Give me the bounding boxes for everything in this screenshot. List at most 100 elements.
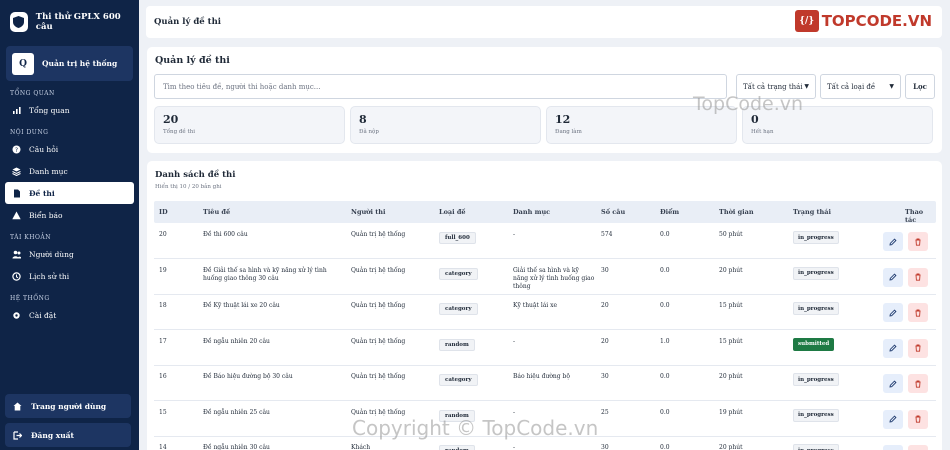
search-input[interactable]: Tìm theo tiêu đề, người thi hoặc danh mụ… (154, 74, 727, 99)
table-row: 16 Đề Báo hiệu đường bộ 30 câu Quản trị hệ… (154, 365, 936, 401)
gear-icon (12, 311, 21, 320)
warning-icon (12, 211, 21, 220)
sidebar-item-history[interactable]: Lịch sử thi (5, 265, 134, 287)
cell-user: Quản trị hệ thống (351, 408, 406, 416)
edit-button[interactable] (883, 409, 903, 429)
col-id: ID (159, 208, 168, 216)
sidebar-item-categories[interactable]: Danh mục (5, 160, 134, 182)
cell-count: 20 (601, 302, 609, 309)
status-badge: in_progress (793, 231, 839, 244)
status-select[interactable]: Tất cả trạng thái ▼ (736, 74, 816, 99)
cell-title: Đề Báo hiệu đường bộ 30 câu (203, 373, 293, 380)
delete-button[interactable] (908, 232, 928, 251)
stat-value: 0 (751, 113, 759, 126)
cell-score: 0.0 (660, 373, 670, 380)
cell-count: 25 (601, 408, 609, 416)
sidebar-item-users[interactable]: Người dùng (5, 243, 134, 265)
sidebar-item-questions[interactable]: ? Câu hỏi (5, 138, 134, 160)
edit-button[interactable] (883, 267, 903, 287)
edit-button[interactable] (883, 338, 903, 358)
col-score: Điểm (660, 208, 680, 216)
status-badge: in_progress (793, 266, 839, 280)
edit-button[interactable] (883, 232, 903, 251)
stat-total: 20 Tổng đề thi (154, 106, 345, 144)
user-card[interactable]: Q Quản trị hệ thống (6, 46, 133, 81)
cell-time: 15 phút (719, 337, 743, 345)
cell-time: 15 phút (719, 302, 743, 309)
trash-icon (915, 309, 921, 317)
cell-user: Quản trị hệ thống (351, 337, 406, 345)
delete-button[interactable] (908, 267, 928, 287)
cell-time: 20 phút (719, 373, 743, 380)
edit-button[interactable] (883, 303, 903, 322)
section-content: NỘI DUNG (10, 129, 49, 136)
delete-button[interactable] (908, 374, 928, 393)
delete-button[interactable] (908, 338, 928, 358)
cell-title: Đề ngẫu nhiên 20 câu (203, 337, 270, 345)
cell-title: Đề thi 600 câu (203, 231, 248, 238)
status-badge: in_progress (793, 444, 839, 450)
cell-category: - (513, 444, 516, 450)
users-icon (12, 250, 21, 259)
cell-user: Quản trị hệ thống (351, 373, 406, 380)
cell-time: 50 phút (719, 231, 743, 238)
cell-user: Quản trị hệ thống (351, 231, 406, 238)
col-time: Thời gian (719, 208, 754, 216)
cell-user: Quản trị hệ thống (351, 266, 406, 274)
topcode-logo-text: TOPCODE.VN (821, 12, 932, 30)
filter-button[interactable]: Lọc (905, 74, 935, 99)
cell-id: 19 (159, 266, 167, 274)
sidebar-item-dashboard[interactable]: Tổng quan (5, 99, 134, 121)
sidebar-item-label: Người dùng (29, 249, 74, 259)
pencil-icon (889, 344, 897, 352)
pencil-icon (889, 237, 897, 246)
table-row: 19 Đề Giải thế sa hình và kỹ năng xử lý t… (154, 259, 936, 295)
sidebar-item-label: Cài đặt (29, 310, 57, 320)
cell-score: 0.0 (660, 444, 670, 450)
col-actions: Thao tác (905, 208, 924, 224)
cell-count: 30 (601, 444, 609, 450)
delete-button[interactable] (908, 409, 928, 429)
cell-category: - (513, 408, 516, 416)
col-count: Số câu (601, 208, 626, 216)
cell-time: 19 phút (719, 408, 743, 416)
brand: Thi thử GPLX 600 câu (0, 0, 139, 44)
stat-in-progress: 12 Đang làm (546, 106, 737, 144)
table-row: 20 Đề thi 600 câu Quản trị hệ thống - 574 0.0… (154, 223, 936, 259)
logout-button[interactable]: Đăng xuất (5, 423, 131, 447)
home-icon (13, 402, 22, 411)
edit-button[interactable] (883, 445, 903, 450)
stat-value: 8 (359, 113, 367, 126)
status-select-value: Tất cả trạng thái (743, 82, 803, 91)
sidebar-item-exams[interactable]: Đề thi (5, 182, 134, 204)
page-title: Quản lý đề thi (154, 17, 222, 27)
col-user: Người thi (351, 208, 386, 216)
type-select[interactable]: Tất cả loại đề ▼ (820, 74, 901, 99)
cell-score: 0.0 (660, 408, 670, 416)
user-page-button[interactable]: Trang người dùng (5, 394, 131, 418)
table-row: 17 Đề ngẫu nhiên 20 câu Quản trị hệ thống -… (154, 330, 936, 366)
cell-time: 20 phút (719, 266, 743, 274)
topcode-logo-mark: {/} (794, 10, 819, 32)
app-title: Thi thử GPLX 600 câu (35, 12, 121, 32)
sidebar-item-label: Đề thi (29, 188, 55, 198)
table-row: 15 Đề ngẫu nhiên 25 câu Quản trị hệ thống -… (154, 401, 936, 437)
type-badge: random (439, 338, 475, 351)
type-select-value: Tất cả loại đề (827, 82, 876, 91)
shield-icon (10, 12, 28, 32)
delete-button[interactable] (908, 303, 928, 322)
pencil-icon (889, 308, 897, 317)
table-row: 14 Đề ngẫu nhiên 30 câu Khách - 30 0.0 20 phút… (154, 436, 936, 450)
edit-button[interactable] (883, 374, 903, 393)
pencil-icon (889, 379, 897, 388)
sidebar-item-settings[interactable]: Cài đặt (5, 304, 134, 326)
cell-category: Kỹ thuật lái xe (513, 302, 558, 309)
sidebar-item-signs[interactable]: Biển báo (5, 204, 134, 226)
user-page-label: Trang người dùng (31, 401, 107, 411)
sidebar-item-label: Tổng quan (29, 105, 70, 115)
type-badge: category (439, 267, 478, 280)
cell-category: Báo hiệu đường bộ (513, 373, 570, 380)
col-category: Danh mục (513, 208, 551, 216)
delete-button[interactable] (908, 445, 928, 450)
cell-id: 20 (159, 231, 167, 238)
